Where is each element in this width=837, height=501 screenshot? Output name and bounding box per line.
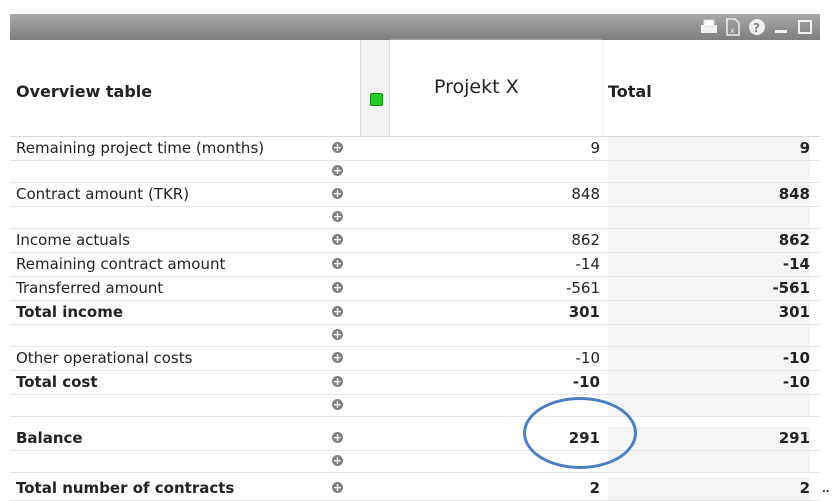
total-value-cell [608, 451, 810, 472]
table-row: + [10, 207, 820, 229]
total-value-cell: 9 [608, 137, 810, 160]
table-row: Balance +291 291 [10, 427, 820, 451]
project-value-cell: 291 [568, 429, 600, 447]
expand-plus-icon[interactable]: + [332, 352, 343, 363]
minimize-icon[interactable] [772, 18, 790, 36]
overview-pivot-table: Overview table Projekt X Total Remaining… [10, 40, 820, 501]
total-value-cell: 301 [608, 301, 810, 324]
total-value-cell: -10 [608, 371, 810, 394]
expand-plus-icon[interactable]: + [332, 329, 343, 340]
trailing-mark: .. [822, 484, 830, 495]
table-row: Income actuals +862 862 [10, 229, 820, 253]
table-row: + [10, 451, 820, 473]
expand-plus-icon[interactable]: + [332, 165, 343, 176]
print-icon[interactable] [700, 18, 718, 36]
row-label: Income actuals [16, 231, 130, 249]
project-value-cell: 2 [589, 479, 600, 497]
table-row: + [10, 395, 820, 417]
project-value-cell: -14 [575, 255, 601, 273]
expand-plus-icon[interactable]: + [332, 482, 343, 493]
table-title: Overview table [16, 82, 153, 101]
table-row: + [10, 161, 820, 183]
table-row: Total number of contracts +2 2 [10, 477, 820, 501]
table-row: Contract amount (TKR) +848 848 [10, 183, 820, 207]
row-label: Balance [16, 429, 83, 447]
project-value-cell: -10 [572, 373, 600, 391]
table-row: Total income +301 301 [10, 301, 820, 325]
project-header-label: Projekt X [434, 76, 519, 98]
svg-text:x: x [730, 26, 735, 35]
total-value-cell [608, 325, 810, 346]
maximize-icon[interactable] [796, 18, 814, 36]
svg-text:?: ? [753, 21, 760, 35]
row-label: Other operational costs [16, 349, 193, 367]
total-value-cell [608, 207, 810, 228]
row-label: Total income [16, 303, 124, 321]
project-value-cell: -561 [565, 279, 600, 297]
project-value-cell: -10 [575, 349, 601, 367]
dimension-selector[interactable] [360, 40, 390, 136]
expand-plus-icon[interactable]: + [332, 258, 343, 269]
table-row: + [10, 325, 820, 347]
project-value-cell: 9 [590, 139, 600, 157]
total-value-cell [608, 395, 810, 416]
expand-plus-icon[interactable]: + [332, 282, 343, 293]
total-value-cell: -561 [608, 277, 810, 300]
window-titlebar: x ? [10, 14, 820, 40]
table-header: Overview table Projekt X Total [10, 40, 820, 137]
table-row: Other operational costs + -10 -10 [10, 347, 820, 371]
table-row: Transferred amount + -561 -561 [10, 277, 820, 301]
total-value-cell: -14 [608, 253, 810, 276]
row-label: Total number of contracts [16, 479, 235, 497]
row-label: Total cost [16, 373, 98, 391]
help-icon[interactable]: ? [748, 18, 766, 36]
table-row: Remaining project time (months) +9 9 [10, 137, 820, 161]
total-value-cell: 848 [608, 183, 810, 206]
table-row: Remaining contract amount + -14 -14 [10, 253, 820, 277]
excel-export-icon[interactable]: x [724, 18, 742, 36]
expand-plus-icon[interactable]: + [332, 211, 343, 222]
selection-indicator-icon [370, 93, 383, 106]
column-header-project[interactable]: Projekt X [390, 40, 602, 136]
total-value-cell: 291 [608, 427, 810, 450]
total-value-cell: 2 [608, 477, 810, 500]
expand-plus-icon[interactable]: + [332, 376, 343, 387]
row-label: Contract amount (TKR) [16, 185, 190, 203]
expand-plus-icon[interactable]: + [332, 455, 343, 466]
expand-plus-icon[interactable]: + [332, 399, 343, 410]
expand-plus-icon[interactable]: + [332, 142, 343, 153]
expand-plus-icon[interactable]: + [332, 432, 343, 443]
total-value-cell: 862 [608, 229, 810, 252]
row-label: Remaining contract amount [16, 255, 226, 273]
project-value-cell: 301 [568, 303, 600, 321]
project-value-cell: 862 [571, 231, 600, 249]
table-row: Total cost + -10 -10 [10, 371, 820, 395]
total-value-cell [608, 161, 810, 182]
row-label: Remaining project time (months) [16, 139, 265, 157]
expand-plus-icon[interactable]: + [332, 234, 343, 245]
column-header-total: Total [608, 82, 652, 101]
expand-plus-icon[interactable]: + [332, 306, 343, 317]
row-label: Transferred amount [16, 279, 164, 297]
titlebar-icons: x ? [700, 16, 814, 38]
project-value-cell: 848 [571, 185, 600, 203]
expand-plus-icon[interactable]: + [332, 188, 343, 199]
total-value-cell: -10 [608, 347, 810, 370]
